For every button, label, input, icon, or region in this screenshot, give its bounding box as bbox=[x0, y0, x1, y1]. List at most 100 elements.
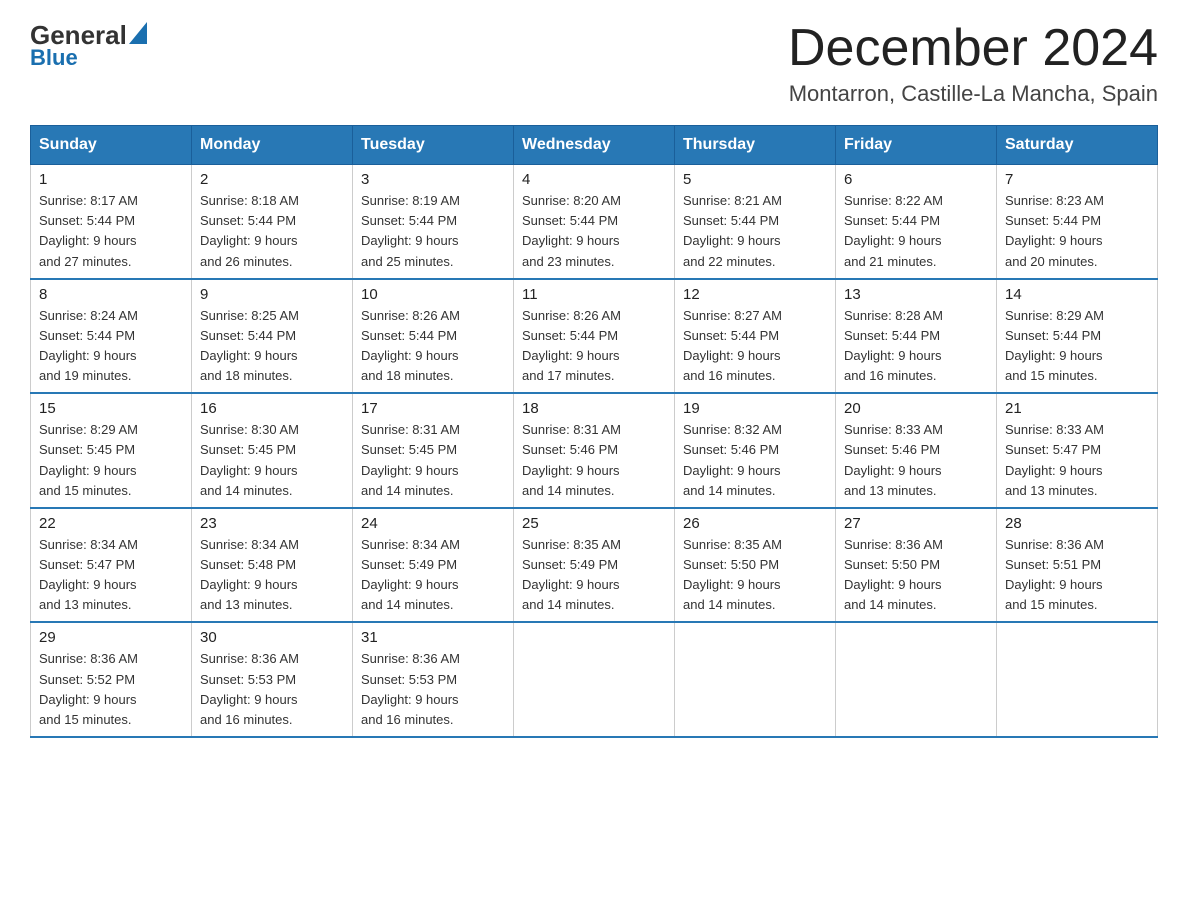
day-info: Sunrise: 8:24 AMSunset: 5:44 PMDaylight:… bbox=[39, 308, 138, 383]
day-number: 5 bbox=[683, 171, 827, 188]
day-number: 3 bbox=[361, 171, 505, 188]
header-friday: Friday bbox=[836, 126, 997, 165]
calendar-body: 1 Sunrise: 8:17 AMSunset: 5:44 PMDayligh… bbox=[31, 165, 1158, 737]
day-number: 23 bbox=[200, 515, 344, 532]
day-number: 28 bbox=[1005, 515, 1149, 532]
day-info: Sunrise: 8:27 AMSunset: 5:44 PMDaylight:… bbox=[683, 308, 782, 383]
calendar-cell-w5-d2: 30 Sunrise: 8:36 AMSunset: 5:53 PMDaylig… bbox=[192, 622, 353, 737]
page-header: General Blue December 2024 Montarron, Ca… bbox=[30, 20, 1158, 107]
calendar-cell-w1-d7: 7 Sunrise: 8:23 AMSunset: 5:44 PMDayligh… bbox=[997, 165, 1158, 279]
calendar-week-1: 1 Sunrise: 8:17 AMSunset: 5:44 PMDayligh… bbox=[31, 165, 1158, 279]
day-number: 22 bbox=[39, 515, 183, 532]
day-info: Sunrise: 8:31 AMSunset: 5:45 PMDaylight:… bbox=[361, 422, 460, 497]
day-info: Sunrise: 8:34 AMSunset: 5:49 PMDaylight:… bbox=[361, 537, 460, 612]
calendar-cell-w3-d7: 21 Sunrise: 8:33 AMSunset: 5:47 PMDaylig… bbox=[997, 393, 1158, 508]
calendar-cell-w3-d3: 17 Sunrise: 8:31 AMSunset: 5:45 PMDaylig… bbox=[353, 393, 514, 508]
calendar-cell-w3-d4: 18 Sunrise: 8:31 AMSunset: 5:46 PMDaylig… bbox=[514, 393, 675, 508]
day-number: 20 bbox=[844, 400, 988, 417]
day-info: Sunrise: 8:36 AMSunset: 5:51 PMDaylight:… bbox=[1005, 537, 1104, 612]
calendar-cell-w2-d2: 9 Sunrise: 8:25 AMSunset: 5:44 PMDayligh… bbox=[192, 279, 353, 394]
day-info: Sunrise: 8:35 AMSunset: 5:49 PMDaylight:… bbox=[522, 537, 621, 612]
calendar-cell-w3-d5: 19 Sunrise: 8:32 AMSunset: 5:46 PMDaylig… bbox=[675, 393, 836, 508]
calendar-cell-w4-d5: 26 Sunrise: 8:35 AMSunset: 5:50 PMDaylig… bbox=[675, 508, 836, 623]
day-number: 31 bbox=[361, 629, 505, 646]
day-number: 6 bbox=[844, 171, 988, 188]
day-number: 4 bbox=[522, 171, 666, 188]
location-title: Montarron, Castille-La Mancha, Spain bbox=[788, 81, 1158, 107]
day-info: Sunrise: 8:28 AMSunset: 5:44 PMDaylight:… bbox=[844, 308, 943, 383]
day-info: Sunrise: 8:25 AMSunset: 5:44 PMDaylight:… bbox=[200, 308, 299, 383]
calendar-cell-w4-d7: 28 Sunrise: 8:36 AMSunset: 5:51 PMDaylig… bbox=[997, 508, 1158, 623]
calendar-cell-w5-d5 bbox=[675, 622, 836, 737]
day-info: Sunrise: 8:26 AMSunset: 5:44 PMDaylight:… bbox=[522, 308, 621, 383]
day-info: Sunrise: 8:23 AMSunset: 5:44 PMDaylight:… bbox=[1005, 193, 1104, 268]
day-number: 15 bbox=[39, 400, 183, 417]
day-number: 25 bbox=[522, 515, 666, 532]
day-info: Sunrise: 8:20 AMSunset: 5:44 PMDaylight:… bbox=[522, 193, 621, 268]
day-info: Sunrise: 8:29 AMSunset: 5:44 PMDaylight:… bbox=[1005, 308, 1104, 383]
day-info: Sunrise: 8:29 AMSunset: 5:45 PMDaylight:… bbox=[39, 422, 138, 497]
calendar-cell-w4-d3: 24 Sunrise: 8:34 AMSunset: 5:49 PMDaylig… bbox=[353, 508, 514, 623]
day-number: 8 bbox=[39, 286, 183, 303]
day-info: Sunrise: 8:33 AMSunset: 5:47 PMDaylight:… bbox=[1005, 422, 1104, 497]
day-number: 2 bbox=[200, 171, 344, 188]
day-info: Sunrise: 8:36 AMSunset: 5:53 PMDaylight:… bbox=[200, 651, 299, 726]
day-number: 7 bbox=[1005, 171, 1149, 188]
weekday-header-row: Sunday Monday Tuesday Wednesday Thursday… bbox=[31, 126, 1158, 165]
calendar-cell-w1-d3: 3 Sunrise: 8:19 AMSunset: 5:44 PMDayligh… bbox=[353, 165, 514, 279]
day-info: Sunrise: 8:19 AMSunset: 5:44 PMDaylight:… bbox=[361, 193, 460, 268]
calendar-cell-w2-d1: 8 Sunrise: 8:24 AMSunset: 5:44 PMDayligh… bbox=[31, 279, 192, 394]
day-number: 16 bbox=[200, 400, 344, 417]
day-number: 14 bbox=[1005, 286, 1149, 303]
day-number: 11 bbox=[522, 286, 666, 303]
calendar-header: Sunday Monday Tuesday Wednesday Thursday… bbox=[31, 126, 1158, 165]
day-info: Sunrise: 8:30 AMSunset: 5:45 PMDaylight:… bbox=[200, 422, 299, 497]
day-number: 21 bbox=[1005, 400, 1149, 417]
day-number: 30 bbox=[200, 629, 344, 646]
calendar-cell-w3-d1: 15 Sunrise: 8:29 AMSunset: 5:45 PMDaylig… bbox=[31, 393, 192, 508]
header-saturday: Saturday bbox=[997, 126, 1158, 165]
day-info: Sunrise: 8:22 AMSunset: 5:44 PMDaylight:… bbox=[844, 193, 943, 268]
calendar-cell-w2-d4: 11 Sunrise: 8:26 AMSunset: 5:44 PMDaylig… bbox=[514, 279, 675, 394]
calendar-cell-w5-d4 bbox=[514, 622, 675, 737]
logo: General Blue bbox=[30, 20, 147, 71]
day-info: Sunrise: 8:17 AMSunset: 5:44 PMDaylight:… bbox=[39, 193, 138, 268]
day-info: Sunrise: 8:34 AMSunset: 5:47 PMDaylight:… bbox=[39, 537, 138, 612]
day-info: Sunrise: 8:36 AMSunset: 5:52 PMDaylight:… bbox=[39, 651, 138, 726]
day-number: 29 bbox=[39, 629, 183, 646]
calendar-cell-w5-d7 bbox=[997, 622, 1158, 737]
calendar-week-4: 22 Sunrise: 8:34 AMSunset: 5:47 PMDaylig… bbox=[31, 508, 1158, 623]
day-number: 13 bbox=[844, 286, 988, 303]
day-number: 18 bbox=[522, 400, 666, 417]
day-info: Sunrise: 8:21 AMSunset: 5:44 PMDaylight:… bbox=[683, 193, 782, 268]
day-number: 26 bbox=[683, 515, 827, 532]
day-info: Sunrise: 8:36 AMSunset: 5:53 PMDaylight:… bbox=[361, 651, 460, 726]
calendar-cell-w5-d1: 29 Sunrise: 8:36 AMSunset: 5:52 PMDaylig… bbox=[31, 622, 192, 737]
day-number: 27 bbox=[844, 515, 988, 532]
title-block: December 2024 Montarron, Castille-La Man… bbox=[788, 20, 1158, 107]
day-number: 12 bbox=[683, 286, 827, 303]
calendar-cell-w1-d4: 4 Sunrise: 8:20 AMSunset: 5:44 PMDayligh… bbox=[514, 165, 675, 279]
calendar-week-2: 8 Sunrise: 8:24 AMSunset: 5:44 PMDayligh… bbox=[31, 279, 1158, 394]
logo-arrow-icon bbox=[129, 22, 147, 49]
calendar-cell-w4-d1: 22 Sunrise: 8:34 AMSunset: 5:47 PMDaylig… bbox=[31, 508, 192, 623]
calendar-cell-w3-d6: 20 Sunrise: 8:33 AMSunset: 5:46 PMDaylig… bbox=[836, 393, 997, 508]
calendar-table: Sunday Monday Tuesday Wednesday Thursday… bbox=[30, 125, 1158, 738]
day-info: Sunrise: 8:34 AMSunset: 5:48 PMDaylight:… bbox=[200, 537, 299, 612]
calendar-week-3: 15 Sunrise: 8:29 AMSunset: 5:45 PMDaylig… bbox=[31, 393, 1158, 508]
day-info: Sunrise: 8:36 AMSunset: 5:50 PMDaylight:… bbox=[844, 537, 943, 612]
header-wednesday: Wednesday bbox=[514, 126, 675, 165]
calendar-cell-w4-d6: 27 Sunrise: 8:36 AMSunset: 5:50 PMDaylig… bbox=[836, 508, 997, 623]
header-tuesday: Tuesday bbox=[353, 126, 514, 165]
calendar-cell-w2-d7: 14 Sunrise: 8:29 AMSunset: 5:44 PMDaylig… bbox=[997, 279, 1158, 394]
day-number: 19 bbox=[683, 400, 827, 417]
calendar-cell-w5-d6 bbox=[836, 622, 997, 737]
calendar-cell-w2-d5: 12 Sunrise: 8:27 AMSunset: 5:44 PMDaylig… bbox=[675, 279, 836, 394]
day-number: 24 bbox=[361, 515, 505, 532]
header-monday: Monday bbox=[192, 126, 353, 165]
calendar-cell-w3-d2: 16 Sunrise: 8:30 AMSunset: 5:45 PMDaylig… bbox=[192, 393, 353, 508]
calendar-cell-w4-d2: 23 Sunrise: 8:34 AMSunset: 5:48 PMDaylig… bbox=[192, 508, 353, 623]
calendar-cell-w4-d4: 25 Sunrise: 8:35 AMSunset: 5:49 PMDaylig… bbox=[514, 508, 675, 623]
header-sunday: Sunday bbox=[31, 126, 192, 165]
logo-blue-text: Blue bbox=[30, 45, 78, 71]
